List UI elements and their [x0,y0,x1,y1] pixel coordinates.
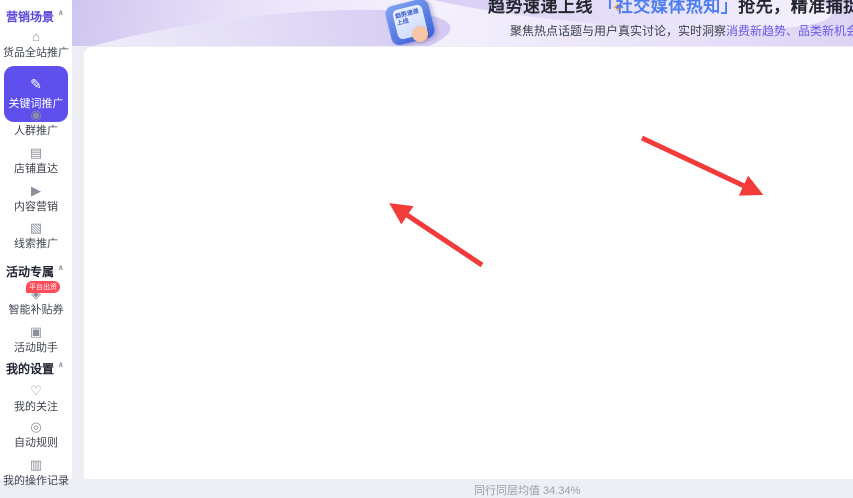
sidebar: 营销场景 ∧ ⌂ 货品全站推广 ✎ 关键词推广 ◉ 人群推广 ▤ 店铺直达 ▶ 内… [0,0,72,487]
sidebar-section-settings[interactable]: 我的设置 ∧ [0,360,72,377]
sidebar-item-operation-records[interactable]: ▥ 我的操作记录 [0,458,72,488]
banner-title: 趋势速递上线 「社交媒体热知」抢先，精准捕捉 [488,0,853,17]
shop-direct-icon: ▤ [29,145,43,160]
sidebar-item-audience-promo[interactable]: ◉ 人群推广 [0,108,72,138]
sidebar-item-campaign-assistant[interactable]: ▣ 活动助手 [0,325,72,355]
top-promo-banner[interactable]: 趋势速递上线 ✦ 趋势速递上线 「社交媒体热知」抢先，精准捕捉 聚焦热点话题与用… [72,0,853,46]
sidebar-item-smart-coupon[interactable]: 平台出资 ◈ 智能补贴券 [0,281,72,317]
sidebar-section-marketing[interactable]: 营销场景 ∧ [0,8,72,25]
main-content-card [84,47,853,479]
banner-subtitle-highlight: 消费新趋势、品类新机会 [726,24,853,38]
follow-icon: ♡ [30,383,42,398]
core-metric-benchmark: 同行同层均值 34.34% [474,485,581,497]
sidebar-item-content-marketing[interactable]: ▶ 内容营销 [0,184,72,214]
sidebar-section-campaign[interactable]: 活动专属 ∧ [0,263,72,280]
storewide-promo-icon: ⌂ [32,29,40,44]
chevron-up-icon: ∧ [57,360,65,369]
chevron-up-icon: ∧ [57,263,65,272]
sidebar-item-storewide-promo[interactable]: ⌂ 货品全站推广 [0,30,72,60]
rules-icon: ◎ [30,419,42,434]
banner-hand-illustration [412,26,428,42]
sidebar-item-auto-rules[interactable]: ◎ 自动规则 [0,420,72,450]
banner-subtitle: 聚焦热点话题与用户真实讨论，实时洞察消费新趋势、品类新机会 [510,22,853,39]
platform-funded-badge: 平台出资 [26,281,60,293]
sidebar-item-shop-direct[interactable]: ▤ 店铺直达 [0,146,72,176]
chevron-up-icon: ∧ [57,8,65,17]
leads-promo-icon: ▧ [29,220,43,235]
assistant-icon: ▣ [29,324,43,339]
banner-title-highlight: 「社交媒体热知」 [598,0,739,16]
records-icon: ▥ [29,457,43,472]
keyword-promo-icon: ✎ [30,76,42,92]
content-marketing-icon: ▶ [31,183,41,198]
sidebar-item-my-follows[interactable]: ♡ 我的关注 [0,384,72,414]
sidebar-item-leads-promo[interactable]: ▧ 线索推广 [0,221,72,251]
audience-promo-icon: ◉ [30,107,42,122]
